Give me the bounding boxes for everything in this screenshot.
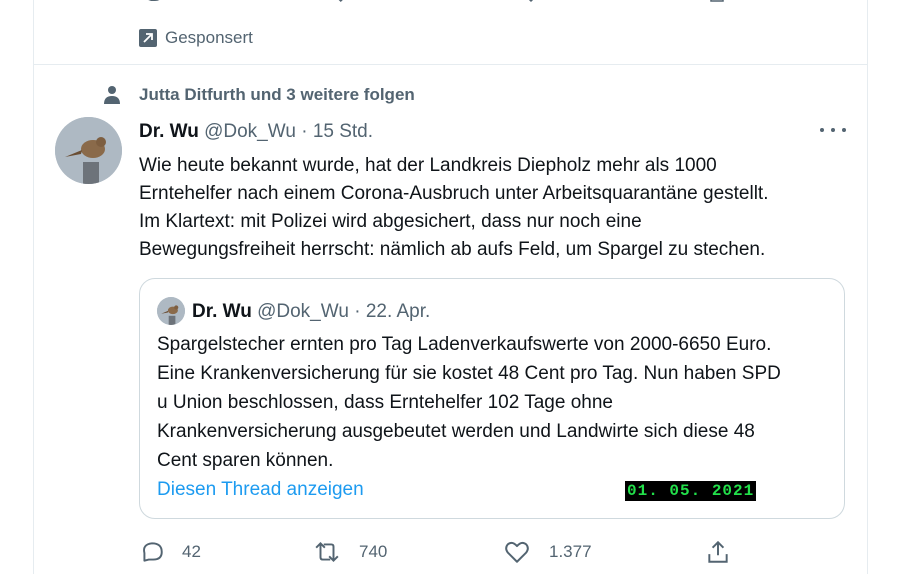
tweet-text-line: Erntehelfer nach einem Corona-Ausbruch u…: [139, 183, 769, 204]
author-avatar[interactable]: [55, 117, 122, 184]
previous-tweet-actions: [140, 0, 740, 6]
quoted-text-line: Spargelstecher ernten pro Tag Ladenverka…: [157, 334, 772, 355]
share-button[interactable]: [705, 538, 731, 566]
like-icon[interactable]: [522, 0, 540, 4]
reply-button[interactable]: 42: [139, 538, 201, 566]
share-icon[interactable]: [708, 0, 726, 4]
person-icon: [104, 86, 120, 104]
quoted-text-line: Krankenversicherung ausgebeutet werden u…: [157, 421, 755, 442]
retweet-icon[interactable]: [328, 0, 346, 4]
reply-icon[interactable]: [146, 0, 164, 4]
tweet-text-line: Im Klartext: mit Polizei wird abgesicher…: [139, 211, 642, 232]
quoted-text: Spargelstecher ernten pro Tag Ladenverka…: [157, 330, 837, 475]
social-context-text: Jutta Ditfurth und 3 weitere folgen: [139, 85, 415, 104]
promoted-indicator: Gesponsert: [139, 27, 253, 49]
like-count: 1.377: [549, 542, 592, 561]
quoted-text-line: u Union beschlossen, dass Erntehelfer 10…: [157, 392, 613, 413]
quoted-header: Dr. Wu @Dok_Wu · 22. Apr.: [192, 299, 430, 325]
quoted-author-handle: @Dok_Wu: [257, 301, 349, 322]
promoted-icon: [139, 29, 157, 47]
retweet-count: 740: [359, 542, 388, 561]
like-button[interactable]: 1.377: [504, 538, 592, 566]
tweet-text-line: Wie heute bekannt wurde, hat der Landkre…: [139, 155, 717, 176]
retweet-icon: [315, 541, 339, 563]
tweet-text: Wie heute bekannt wurde, hat der Landkre…: [139, 152, 839, 264]
reply-icon: [143, 542, 163, 562]
quoted-text-line: Eine Krankenversicherung für sie kostet …: [157, 363, 781, 384]
quoted-separator: ·: [354, 301, 361, 322]
quoted-text-line: Cent sparen können.: [157, 450, 334, 471]
social-context[interactable]: Jutta Ditfurth und 3 weitere folgen: [104, 84, 415, 106]
show-thread-link[interactable]: Diesen Thread anzeigen: [157, 477, 364, 503]
author-name[interactable]: Dr. Wu: [139, 121, 199, 142]
tweet-actions: 42 740 1.377: [139, 538, 839, 566]
reply-count: 42: [182, 542, 201, 561]
tweet-divider: [33, 64, 868, 65]
quoted-tweet[interactable]: Dr. Wu @Dok_Wu · 22. Apr. Spargelstecher…: [139, 278, 845, 519]
header-separator: ·: [301, 121, 308, 142]
quoted-author-avatar: [157, 297, 185, 325]
more-icon[interactable]: [820, 122, 846, 138]
quoted-date: 22. Apr.: [365, 301, 431, 322]
date-overlay: 01. 05. 2021: [625, 481, 757, 501]
quoted-author-name: Dr. Wu: [192, 301, 252, 322]
promoted-label: Gesponsert: [165, 28, 253, 47]
like-icon: [505, 541, 529, 563]
tweet-header: Dr. Wu @Dok_Wu · 15 Std.: [139, 120, 373, 144]
tweet-timestamp[interactable]: 15 Std.: [313, 121, 373, 142]
share-icon: [708, 540, 728, 563]
tweet-text-line: Bewegungsfreiheit herrscht: nämlich ab a…: [139, 239, 766, 260]
author-handle[interactable]: @Dok_Wu: [204, 121, 296, 142]
retweet-button[interactable]: 740: [314, 538, 387, 566]
